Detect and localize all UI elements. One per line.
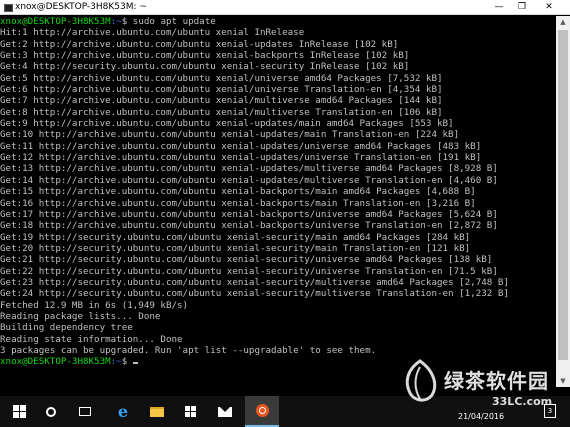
- file-explorer-icon: [150, 406, 164, 417]
- output-line: Get:21 http://security.ubuntu.com/ubuntu…: [0, 254, 493, 266]
- output-line: Building dependency tree: [0, 322, 133, 334]
- task-view-icon: [79, 407, 91, 416]
- title-bar: xnox@DESKTOP-3H8K53M: ~ — ❐ ✕: [0, 0, 570, 15]
- prompt-user: xnox@DESKTOP-3H8K53M: [0, 16, 111, 27]
- command-text: $ sudo apt update: [121, 16, 216, 27]
- windows-start-icon: [12, 405, 26, 418]
- prompt-dollar: $: [121, 356, 133, 368]
- close-button[interactable]: ✕: [536, 0, 562, 15]
- output-line: Get:5 http://archive.ubuntu.com/ubuntu x…: [0, 72, 443, 84]
- scroll-up-arrow-icon[interactable]: ▲: [556, 16, 570, 28]
- start-button[interactable]: [2, 396, 36, 427]
- edge-browser-icon: e: [117, 402, 129, 421]
- output-line: Reading package lists... Done: [0, 310, 161, 322]
- watermark-sub: 33LC.com: [492, 395, 553, 408]
- watermark-logo-icon: [405, 359, 437, 402]
- watermark-text: 绿茶软件园: [444, 369, 549, 393]
- scrollbar-thumb[interactable]: [558, 30, 568, 360]
- mail-icon: [218, 406, 232, 417]
- output-line: Get:8 http://archive.ubuntu.com/ubuntu x…: [0, 106, 443, 118]
- edge-taskbar-button[interactable]: e: [106, 396, 140, 427]
- task-view-button[interactable]: [68, 396, 102, 427]
- output-line: Fetched 12.9 MB in 6s (1,949 kB/s): [0, 299, 189, 311]
- output-line: Get:23 http://security.ubuntu.com/ubuntu…: [0, 276, 509, 288]
- output-lines: Hit:1 http://archive.ubuntu.com/ubuntu x…: [0, 27, 556, 356]
- output-line: Get:7 http://archive.ubuntu.com/ubuntu x…: [0, 95, 443, 107]
- text-cursor: [132, 362, 138, 365]
- output-line: Get:3 http://archive.ubuntu.com/ubuntu x…: [0, 50, 410, 62]
- output-line: Get:9 http://archive.ubuntu.com/ubuntu x…: [0, 118, 454, 130]
- output-line: Hit:1 http://archive.ubuntu.com/ubuntu x…: [0, 27, 305, 39]
- window-title: xnox@DESKTOP-3H8K53M: ~: [15, 2, 147, 12]
- prompt-path: :~: [110, 356, 122, 368]
- maximize-button[interactable]: ❐: [509, 0, 535, 15]
- output-line: Reading state information... Done: [0, 333, 183, 345]
- output-line: Get:10 http://archive.ubuntu.com/ubuntu …: [0, 129, 460, 141]
- output-line: Get:20 http://security.ubuntu.com/ubuntu…: [0, 242, 471, 254]
- ubuntu-bash-icon: [255, 404, 269, 417]
- search-button[interactable]: [34, 396, 68, 427]
- prompt-user: xnox@DESKTOP-3H8K53M: [0, 356, 111, 368]
- output-line: Get:16 http://archive.ubuntu.com/ubuntu …: [0, 197, 476, 209]
- output-line: Get:14 http://archive.ubuntu.com/ubuntu …: [0, 174, 498, 186]
- output-line: Get:6 http://archive.ubuntu.com/ubuntu x…: [0, 84, 443, 96]
- command-line: xnox@DESKTOP-3H8K53M:~$ sudo apt update: [0, 16, 556, 27]
- output-line: Get:4 http://security.ubuntu.com/ubuntu …: [0, 61, 410, 73]
- output-line: Get:19 http://security.ubuntu.com/ubuntu…: [0, 231, 471, 243]
- output-line: Get:18 http://archive.ubuntu.com/ubuntu …: [0, 220, 498, 232]
- bash-taskbar-button[interactable]: [245, 396, 279, 427]
- output-line: Get:11 http://archive.ubuntu.com/ubuntu …: [0, 140, 482, 152]
- output-line: 3 packages can be upgraded. Run 'apt lis…: [0, 344, 377, 356]
- output-line: Get:13 http://archive.ubuntu.com/ubuntu …: [0, 163, 498, 175]
- output-line: Get:2 http://archive.ubuntu.com/ubuntu x…: [0, 38, 399, 50]
- output-line: Get:22 http://security.ubuntu.com/ubuntu…: [0, 265, 498, 277]
- output-line: Get:15 http://archive.ubuntu.com/ubuntu …: [0, 186, 476, 198]
- store-icon: [185, 405, 197, 418]
- watermark: 绿茶软件园 33LC.com: [396, 357, 570, 412]
- search-circle-icon: [46, 406, 56, 417]
- vertical-scrollbar[interactable]: ▲ ▼: [556, 16, 570, 387]
- output-line: Get:17 http://archive.ubuntu.com/ubuntu …: [0, 208, 498, 220]
- prompt-path: :~: [110, 16, 122, 27]
- explorer-taskbar-button[interactable]: [140, 396, 174, 427]
- tray-date[interactable]: 21/04/2016: [458, 412, 504, 421]
- output-line: Get:12 http://archive.ubuntu.com/ubuntu …: [0, 152, 482, 164]
- terminal-output[interactable]: xnox@DESKTOP-3H8K53M:~$ sudo apt update …: [0, 16, 556, 387]
- store-taskbar-button[interactable]: [174, 396, 208, 427]
- terminal-app-icon: [4, 4, 13, 12]
- mail-taskbar-button[interactable]: [208, 396, 242, 427]
- output-line: Get:24 http://security.ubuntu.com/ubuntu…: [0, 288, 509, 300]
